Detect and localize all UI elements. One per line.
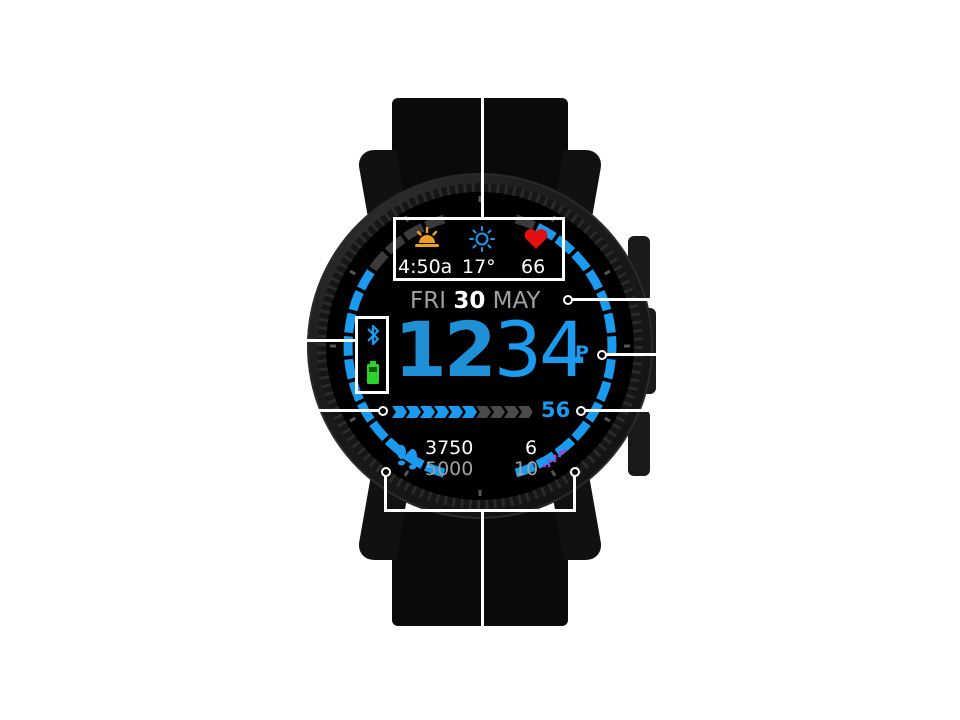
time-minute: 34 [493,305,588,394]
progress-chevron [476,406,491,418]
callout-box-top [393,217,565,281]
progress-chevron-filled [406,406,421,418]
callout-line [573,476,576,512]
ring-tick [603,269,611,276]
watch-strap-bottom [392,510,568,626]
callout-line [606,353,666,356]
ring-segment-filled [603,358,616,380]
steps-current: 3750 [425,437,474,459]
callout-line [481,98,484,218]
floors-goal: 10 [514,458,539,480]
ring-segment-filled [603,312,616,334]
callout-line [384,476,387,512]
ring-segment-filled [571,420,591,442]
callout-line [384,509,576,512]
ring-segment-filled [369,420,389,442]
ring-segment-filled [344,358,357,380]
callout-line [300,339,356,342]
ring-segment [369,250,389,272]
progress-chevron-filled [420,406,435,418]
time-display: 1234 [394,312,587,388]
ring-segment-filled [585,269,603,291]
progress-chevron-filled [462,406,477,418]
ring-tick [349,416,357,423]
callout-line [572,298,654,301]
ring-segment-filled [344,312,357,334]
ring-tick [603,416,611,423]
time-hour: 12 [394,305,497,394]
progress-chevron [504,406,519,418]
callout-line [585,409,655,412]
callout-dot [378,406,388,416]
time-ampm: P [575,342,589,364]
ring-segment-filled [348,290,364,312]
progress-chevron-filled [448,406,463,418]
progress-chevron-filled [392,406,407,418]
progress-chevron [518,406,532,418]
progress-chevron-filled [434,406,449,418]
steps-goal: 5000 [425,458,474,480]
ring-tick [349,269,357,276]
ring-segment-filled [596,380,612,402]
ring-segment-filled [571,250,591,272]
footsteps-icon [394,443,420,473]
progress-bar [392,406,532,418]
callout-line [305,409,379,412]
callout-box-status [355,316,389,394]
ring-segment-filled [357,269,375,291]
progress-value: 56 [541,398,571,422]
stairs-icon [541,446,569,470]
floors-current: 6 [525,437,538,459]
ring-tick [550,469,557,477]
callout-line [481,509,484,627]
progress-chevron [490,406,505,418]
